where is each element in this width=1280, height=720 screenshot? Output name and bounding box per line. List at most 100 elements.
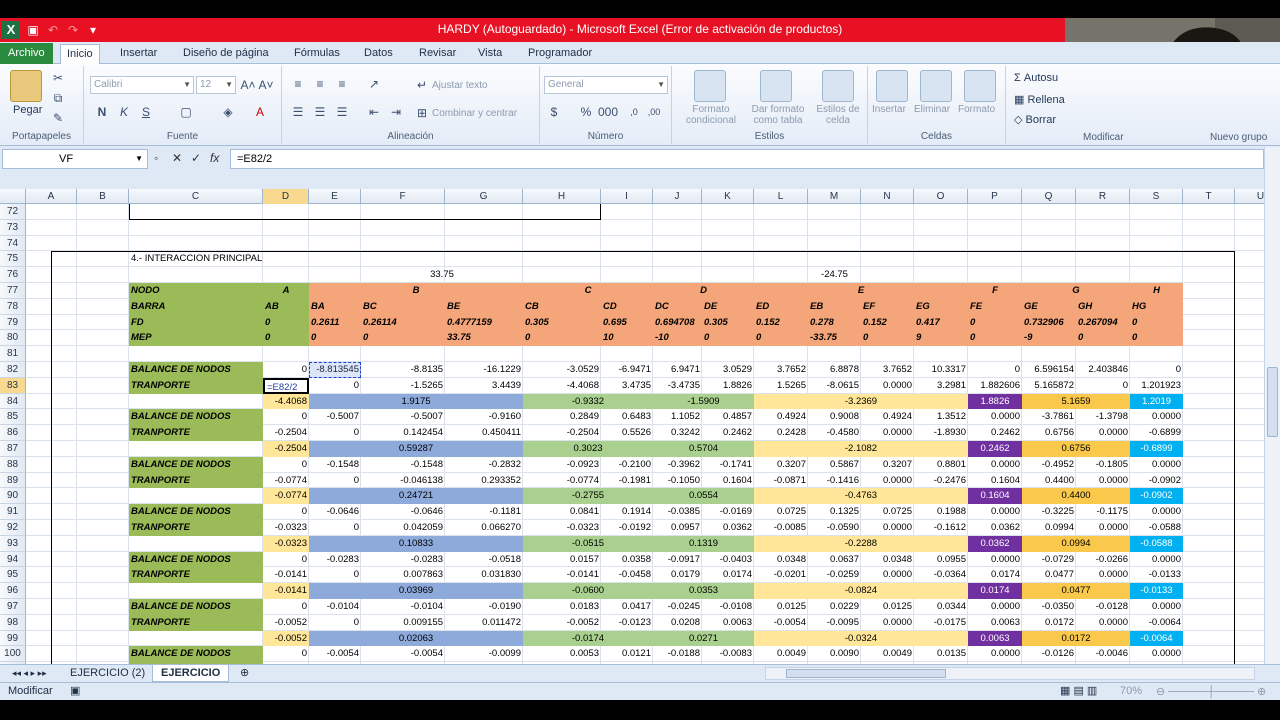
column-header-a[interactable]: A [26,189,77,204]
horizontal-scroll-thumb[interactable] [786,669,946,678]
column-header-i[interactable]: I [601,189,653,204]
sum-value[interactable]: 5.1659 [1022,394,1130,410]
balance-value[interactable]: 0.0955 [914,552,968,568]
comma-icon[interactable]: 000 [598,104,618,120]
fd-value[interactable]: 0 [968,315,1022,331]
balance-value[interactable]: 0.0344 [914,599,968,615]
transporte-value[interactable]: -1.5265 [361,378,445,394]
row-header-77[interactable]: 77 [0,283,26,299]
transporte-value[interactable]: 0.0179 [653,567,702,583]
balance-value[interactable]: -0.0917 [653,552,702,568]
balance-value[interactable]: -0.1548 [361,457,445,473]
fd-value[interactable]: 0.694708 [653,315,702,331]
row-header-94[interactable]: 94 [0,551,26,568]
balance-value[interactable]: 0.0358 [601,552,653,568]
transporte-value[interactable]: -0.0133 [1130,567,1183,583]
row-header-91[interactable]: 91 [0,504,26,520]
transporte-value[interactable]: 0.0174 [968,567,1022,583]
mep-value[interactable]: -9 [1022,330,1076,346]
balance-value[interactable]: -16.1229 [445,362,523,378]
fd-value[interactable]: 0.417 [914,315,968,331]
sheet-tab-ejercicio-2[interactable]: EJERCICIO (2) [62,665,153,682]
sum-value[interactable]: -0.0600 [523,583,653,599]
barra-hg[interactable]: HG [1130,299,1183,315]
align-left-icon[interactable]: ☰ [290,104,306,120]
column-header-u[interactable]: U [1235,189,1264,204]
transporte-value[interactable]: -0.0458 [601,567,653,583]
column-header-b[interactable]: B [77,189,129,204]
sum-value[interactable]: -0.9332 [523,394,653,410]
row-header-95[interactable]: 95 [0,567,26,584]
transporte-value[interactable]: 0 [309,425,361,441]
balance-value[interactable]: -0.0245 [653,599,702,615]
balance-value[interactable]: 0.0000 [968,504,1022,520]
transporte-label[interactable]: TRANPORTE [129,520,263,536]
fd-value[interactable]: 0.695 [601,315,653,331]
row-header-92[interactable]: 92 [0,520,26,536]
transporte-value[interactable]: -1.8930 [914,425,968,441]
transporte-value[interactable]: -0.0052 [523,615,601,631]
transporte-value[interactable]: -0.0052 [263,615,309,631]
node-header-a[interactable]: A [263,283,309,299]
balance-value[interactable]: -0.1741 [702,457,754,473]
row-header-97[interactable]: 97 [0,599,26,615]
balance-value[interactable]: 0.4857 [702,409,754,425]
sum-value[interactable]: 0.0172 [1022,631,1130,647]
row-header-72[interactable]: 72 [0,204,26,220]
transporte-value[interactable]: 0.0172 [1022,615,1076,631]
cut-icon[interactable]: ✂ [50,70,66,86]
barra-ef[interactable]: EF [861,299,914,315]
transporte-value[interactable]: -3.4735 [653,378,702,394]
sum-value[interactable]: -0.0323 [263,536,309,552]
column-header-e[interactable]: E [309,189,361,204]
balance-value[interactable]: 0.0000 [968,552,1022,568]
transporte-value[interactable]: -0.0085 [754,520,808,536]
column-header-p[interactable]: P [968,189,1022,204]
balance-value[interactable]: -0.0054 [361,646,445,662]
sum-value[interactable]: 0.03969 [309,583,523,599]
transporte-value[interactable]: 0.0477 [1022,567,1076,583]
fd-label[interactable]: FD [129,315,263,331]
decrease-decimal-icon[interactable]: ,00 [646,104,662,120]
transporte-value[interactable]: -0.0902 [1130,473,1183,489]
delete-cells-button[interactable]: Eliminar [914,104,950,115]
mep-value[interactable]: 0 [1076,330,1130,346]
balance-value[interactable]: -0.9160 [445,409,523,425]
transporte-value[interactable]: -0.0364 [914,567,968,583]
balance-value[interactable]: 0.0229 [808,599,861,615]
balance-value[interactable]: 0.3207 [861,457,914,473]
sum-value[interactable]: 0.3023 [523,441,653,457]
barra-cd[interactable]: CD [601,299,653,315]
balance-value[interactable]: -0.0128 [1076,599,1130,615]
excel-logo-icon[interactable]: X [2,21,20,39]
sum-value[interactable]: -4.4068 [263,394,309,410]
top-value-m[interactable]: -24.75 [808,267,861,283]
transporte-value[interactable]: 0.0000 [1076,567,1130,583]
italic-icon[interactable]: K [116,104,132,120]
shrink-font-icon[interactable]: A˅ [258,77,274,93]
sum-value[interactable]: 0.1604 [968,488,1022,504]
sum-value[interactable]: -0.6899 [1130,441,1183,457]
transporte-value[interactable]: -0.0588 [1130,520,1183,536]
transporte-value[interactable]: -0.0123 [601,615,653,631]
transporte-value[interactable]: 1.882606 [968,378,1022,394]
balance-value[interactable]: 0.0000 [968,457,1022,473]
balance-value[interactable]: 6.8878 [808,362,861,378]
barra-dc[interactable]: DC [653,299,702,315]
transporte-value[interactable]: 0.4400 [1022,473,1076,489]
transporte-label[interactable]: TRANPORTE [129,378,263,394]
transporte-value[interactable]: -0.0064 [1130,615,1183,631]
transporte-value[interactable]: 0.0000 [861,378,914,394]
mep-value[interactable]: 9 [914,330,968,346]
resize-handle-icon[interactable]: ◦ [154,151,158,165]
sum-value[interactable]: 0.59287 [309,441,523,457]
mep-value[interactable]: 0 [309,330,361,346]
balance-value[interactable]: 0.0725 [754,504,808,520]
fill-button[interactable]: ▦ Rellena [1014,93,1065,106]
row-header-90[interactable]: 90 [0,488,26,505]
sum-value[interactable]: -0.2755 [523,488,653,504]
copy-icon[interactable]: ⧉ [50,90,66,106]
transporte-value[interactable]: -0.2476 [914,473,968,489]
sum-value[interactable]: 0.0174 [968,583,1022,599]
fd-value[interactable]: 0 [263,315,309,331]
